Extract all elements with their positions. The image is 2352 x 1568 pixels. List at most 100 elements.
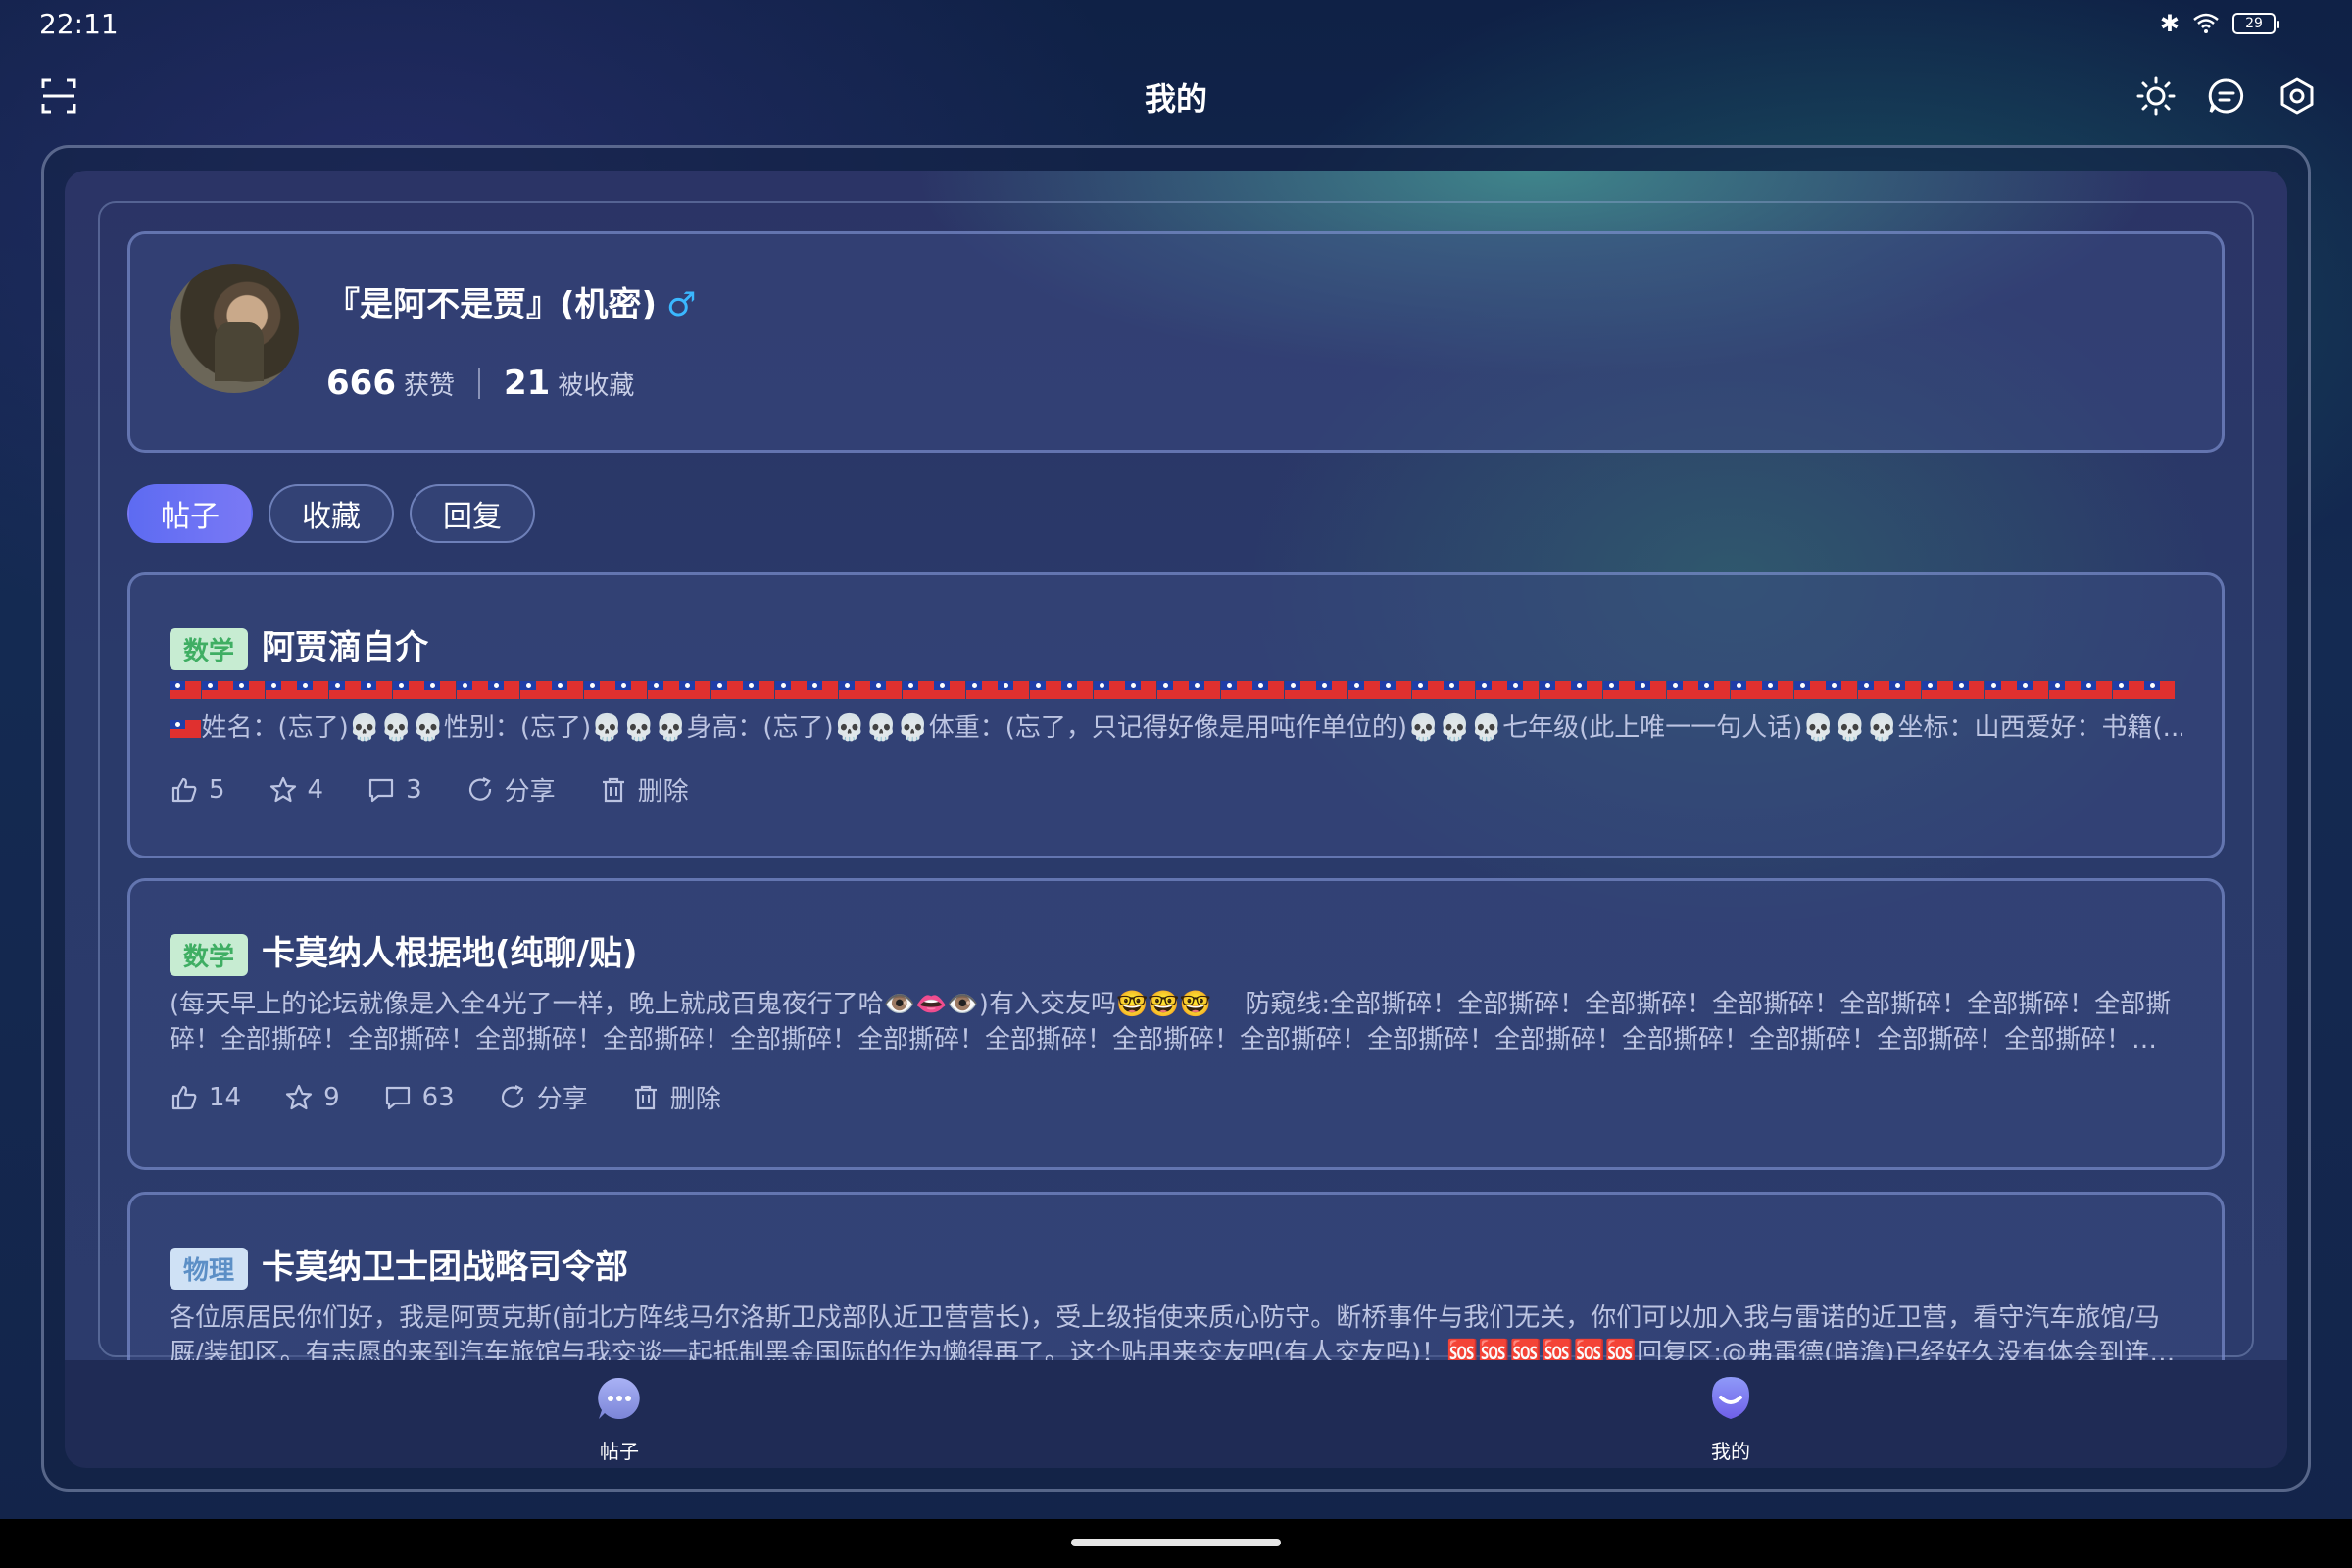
post-body-line: 各位原居民你们好，我是阿贾克斯(前北方阵线马尔洛斯卫戍部队近卫营营长)，受上级指… xyxy=(170,1303,2161,1333)
top-bar: 我的 xyxy=(0,67,2352,125)
battery-level: 29 xyxy=(2245,16,2263,31)
delete-button[interactable]: 删除 xyxy=(631,1079,721,1115)
flag-emoji xyxy=(1093,681,1125,699)
comment-button[interactable]: 3 xyxy=(367,775,422,805)
favorite-button[interactable]: 9 xyxy=(284,1083,340,1112)
post-card[interactable]: 物理 卡莫纳卫士团战略司令部 各位原居民你们好，我是阿贾克斯(前北方阵线马尔洛斯卫… xyxy=(127,1192,2225,1388)
flag-emoji xyxy=(1953,681,1984,699)
flag-emoji xyxy=(233,681,265,699)
flag-emoji xyxy=(1539,681,1571,699)
post-tag: 数学 xyxy=(170,628,249,670)
avatar[interactable] xyxy=(170,264,299,393)
like-button[interactable]: 5 xyxy=(170,775,225,805)
post-body-line: 碎！全部撕碎！全部撕碎！全部撕碎！全部撕碎！全部撕碎！全部撕碎！全部撕碎！全部撕… xyxy=(170,1025,2158,1054)
flag-emoji xyxy=(1156,681,1189,699)
profile-card[interactable]: 『是阿不是贾』(机密) ♂ 666 获赞 21 被收藏 xyxy=(127,231,2225,453)
flag-emoji xyxy=(201,681,233,699)
share-button[interactable]: 分享 xyxy=(498,1079,588,1115)
post-body-line: 姓名：(忘了)💀💀💀性别：(忘了)💀💀💀身高：(忘了)💀💀💀体重：(忘了，只记得… xyxy=(201,713,2183,743)
thumbs-up-icon xyxy=(172,1085,197,1109)
flag-emoji xyxy=(488,681,519,699)
flag-emoji xyxy=(424,681,456,699)
comment-button[interactable]: 63 xyxy=(383,1083,455,1112)
share-label: 分享 xyxy=(504,777,556,807)
message-icon[interactable] xyxy=(2207,76,2246,116)
comment-icon xyxy=(368,778,394,802)
nav-posts[interactable]: 帖子 xyxy=(561,1374,678,1464)
flag-emoji xyxy=(170,681,201,699)
flag-emoji xyxy=(1380,681,1411,699)
status-bar: 22:11 ✱ 29 xyxy=(0,0,2352,49)
flag-emoji xyxy=(902,681,934,699)
flag-emoji xyxy=(1889,681,1921,699)
wifi-icon xyxy=(2193,13,2219,33)
likes-count: 666 xyxy=(326,364,396,403)
flag-emoji xyxy=(361,681,392,699)
profile-stats: 666 获赞 21 被收藏 xyxy=(326,364,634,403)
flag-emoji xyxy=(998,681,1029,699)
trash-icon xyxy=(634,1085,657,1109)
post-body: 姓名：(忘了)💀💀💀性别：(忘了)💀💀💀身高：(忘了)💀💀💀体重：(忘了，只记得… xyxy=(170,710,2182,746)
share-button[interactable]: 分享 xyxy=(466,771,556,808)
trash-icon xyxy=(602,777,624,802)
flag-emoji xyxy=(2017,681,2048,699)
flag-emoji xyxy=(2144,681,2175,699)
flag-emoji xyxy=(615,681,647,699)
tab-replies[interactable]: 回复 xyxy=(410,484,535,543)
flag-emoji xyxy=(1984,681,2017,699)
tab-favorites[interactable]: 收藏 xyxy=(269,484,394,543)
flag-emoji xyxy=(807,681,838,699)
flag-emoji xyxy=(679,681,710,699)
flag-emoji xyxy=(1730,681,1762,699)
flag-emoji xyxy=(710,681,743,699)
bluetooth-icon: ✱ xyxy=(2159,10,2180,37)
stats-divider xyxy=(478,368,480,399)
delete-label: 删除 xyxy=(637,777,689,807)
comment-count: 63 xyxy=(421,1082,455,1112)
flag-emoji xyxy=(583,681,615,699)
settings-icon[interactable] xyxy=(2278,76,2317,116)
like-button[interactable]: 14 xyxy=(170,1083,241,1112)
flag-emoji xyxy=(1284,681,1316,699)
flag-emoji xyxy=(1921,681,1953,699)
top-actions xyxy=(2136,76,2317,116)
status-icons: ✱ 29 xyxy=(2159,10,2279,37)
flag-emoji xyxy=(170,719,201,738)
like-count: 14 xyxy=(209,1082,242,1112)
male-icon: ♂ xyxy=(666,285,697,324)
flag-emoji xyxy=(934,681,965,699)
post-tag: 数学 xyxy=(170,934,249,976)
star-icon xyxy=(285,1084,313,1109)
tab-posts[interactable]: 帖子 xyxy=(127,484,253,543)
status-time: 22:11 xyxy=(39,8,119,40)
flag-emoji xyxy=(1793,681,1826,699)
home-indicator[interactable] xyxy=(1071,1539,1281,1546)
delete-button[interactable]: 删除 xyxy=(599,771,689,808)
brightness-icon[interactable] xyxy=(2136,76,2176,116)
post-card[interactable]: 数学 卡莫纳人根据地(纯聊/贴) (每天早上的论坛就像是入全4光了一样，晚上就成百… xyxy=(127,878,2225,1170)
battery-icon: 29 xyxy=(2232,13,2279,34)
favorite-button[interactable]: 4 xyxy=(269,775,323,805)
flag-emoji xyxy=(838,681,870,699)
share-icon xyxy=(501,1084,523,1108)
post-title[interactable]: 数学 阿贾滴自介 xyxy=(170,620,428,670)
flag-emoji xyxy=(1220,681,1252,699)
post-title[interactable]: 物理 卡莫纳卫士团战略司令部 xyxy=(170,1240,628,1290)
flag-emoji-row xyxy=(170,681,2175,701)
post-title-text: 卡莫纳人根据地(纯聊/贴) xyxy=(262,934,638,973)
flag-emoji xyxy=(265,681,297,699)
flag-emoji xyxy=(1189,681,1220,699)
chat-bubble-icon xyxy=(598,1377,640,1419)
flag-emoji xyxy=(1635,681,1666,699)
flag-emoji xyxy=(2048,681,2081,699)
flag-emoji xyxy=(1857,681,1889,699)
post-actions: 5 4 3 分享 删除 xyxy=(170,771,689,808)
flag-emoji xyxy=(1571,681,1602,699)
flag-emoji xyxy=(297,681,328,699)
flag-emoji xyxy=(1061,681,1093,699)
post-tag: 物理 xyxy=(170,1248,249,1290)
post-card[interactable]: 数学 阿贾滴自介 姓名：(忘了)💀💀💀性别：(忘了)💀💀💀身高：(忘了)💀💀💀体重… xyxy=(127,572,2225,858)
flag-emoji xyxy=(328,681,361,699)
nav-mine[interactable]: 我的 xyxy=(1672,1374,1789,1464)
post-title[interactable]: 数学 卡莫纳人根据地(纯聊/贴) xyxy=(170,926,638,976)
